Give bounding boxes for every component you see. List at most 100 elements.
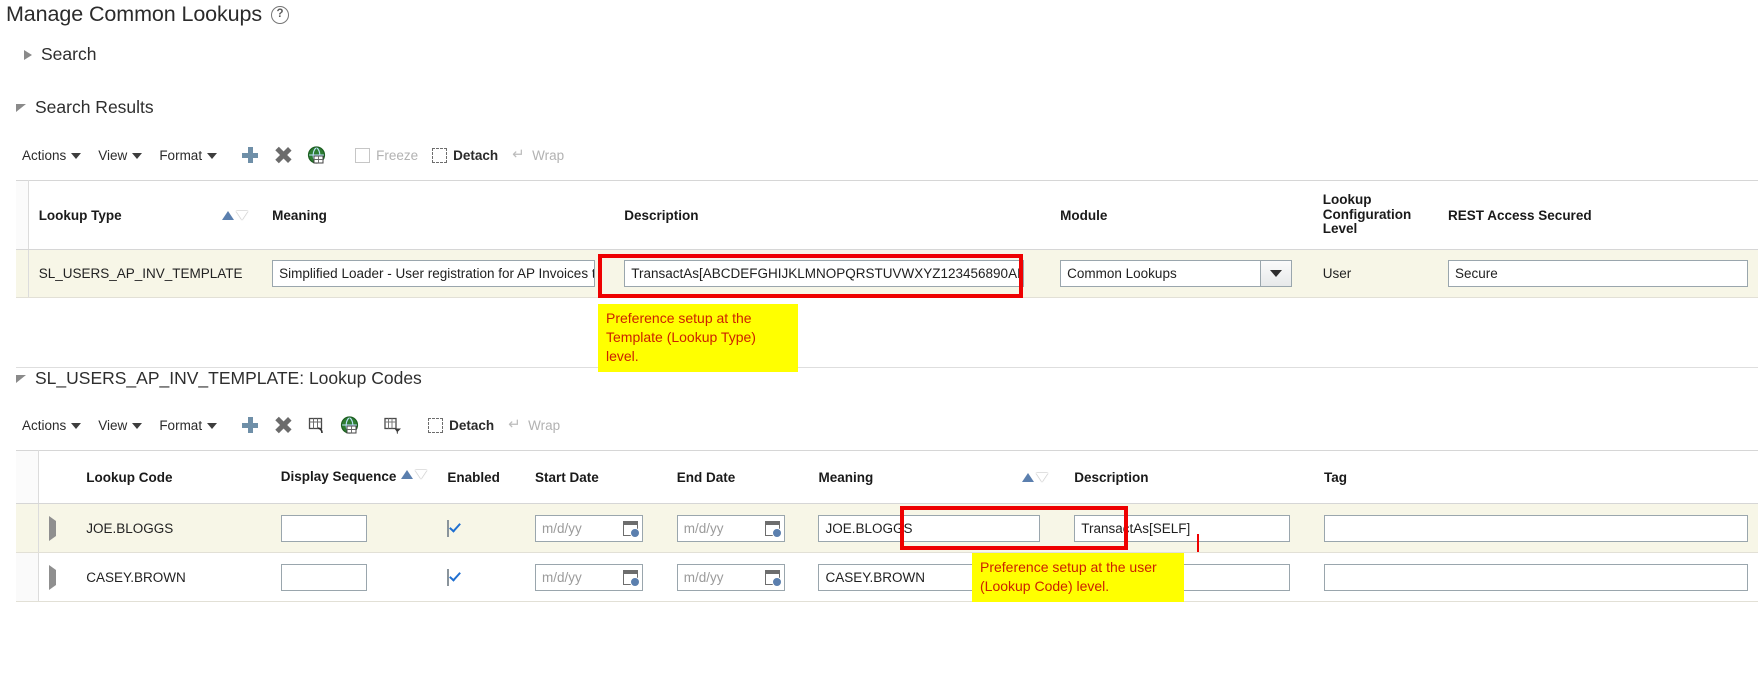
detach-button[interactable]: Detach: [428, 417, 494, 433]
row-selector-cell[interactable]: [16, 552, 39, 602]
cell-enabled: [437, 552, 526, 602]
column-header-tag[interactable]: Tag: [1314, 450, 1758, 504]
column-header-tag-label: Tag: [1324, 469, 1347, 485]
display-sequence-input[interactable]: [280, 563, 367, 591]
sort-controls[interactable]: [1022, 472, 1049, 482]
format-menu[interactable]: Format: [159, 147, 218, 163]
column-header-module[interactable]: Module: [1050, 180, 1313, 250]
table-row[interactable]: JOE.BLOGGS m/d/yy m/d/yy JOE.BLOGGS Tran…: [16, 503, 1758, 553]
x-icon: [275, 417, 291, 433]
enabled-checkbox[interactable]: [447, 519, 450, 537]
format-menu-label: Format: [159, 147, 203, 163]
chevron-down-icon: [71, 153, 82, 159]
sort-ascending-icon[interactable]: [222, 210, 235, 220]
export-to-excel-button[interactable]: [305, 144, 327, 166]
chevron-right-icon[interactable]: [48, 515, 56, 541]
display-sequence-input[interactable]: [280, 514, 367, 542]
chevron-down-icon[interactable]: [1260, 261, 1292, 286]
calendar-icon[interactable]: [623, 520, 641, 538]
start-date-placeholder: m/d/yy: [542, 520, 582, 536]
row-expander-cell[interactable]: [38, 552, 77, 602]
query-by-example-button[interactable]: [382, 414, 404, 436]
tag-input[interactable]: [1324, 514, 1748, 542]
cell-lookup-code: CASEY.BROWN: [76, 552, 271, 602]
column-header-meaning-label: Meaning: [272, 207, 327, 223]
actions-menu[interactable]: Actions: [22, 418, 82, 433]
wrap-button[interactable]: ↵ Wrap: [512, 147, 565, 163]
row-expander-cell[interactable]: [38, 503, 77, 553]
help-icon[interactable]: ?: [271, 5, 290, 24]
rest-access-secured-input[interactable]: Secure: [1448, 260, 1748, 287]
end-date-field[interactable]: m/d/yy: [676, 563, 785, 591]
module-select[interactable]: Common Lookups: [1060, 260, 1293, 287]
delete-row-button[interactable]: [272, 414, 294, 436]
description-input[interactable]: TransactAs[ABCDEFGHIJKLMNOPQRSTUVWXYZ123…: [624, 260, 1025, 287]
wrap-label: Wrap: [532, 147, 565, 163]
add-row-button[interactable]: [239, 144, 261, 166]
calendar-icon[interactable]: [764, 569, 782, 587]
view-menu[interactable]: View: [98, 418, 143, 433]
search-section-header[interactable]: Search: [22, 44, 96, 65]
wrap-button[interactable]: ↵ Wrap: [508, 416, 561, 433]
start-date-field[interactable]: m/d/yy: [535, 563, 644, 591]
column-header-lookup-code[interactable]: Lookup Code: [76, 450, 271, 504]
delete-row-button[interactable]: [272, 144, 294, 166]
duplicate-row-button[interactable]: [305, 414, 327, 436]
wrap-label: Wrap: [528, 417, 561, 433]
wrap-icon: ↵: [508, 416, 521, 433]
column-header-lookup-type[interactable]: Lookup Type: [28, 180, 263, 250]
column-header-meaning[interactable]: Meaning: [808, 450, 1065, 504]
end-date-field[interactable]: m/d/yy: [676, 514, 785, 542]
tag-input[interactable]: [1324, 563, 1748, 591]
actions-menu[interactable]: Actions: [22, 148, 82, 163]
table-row[interactable]: CASEY.BROWN m/d/yy m/d/yy CASEY.BROWN: [16, 552, 1758, 602]
freeze-button[interactable]: Freeze: [355, 147, 418, 163]
cell-end-date: m/d/yy: [666, 552, 809, 602]
sort-descending-icon[interactable]: [1036, 472, 1049, 482]
freeze-icon: [355, 147, 371, 163]
column-header-rest-access-secured[interactable]: REST Access Secured: [1438, 180, 1758, 250]
meaning-input[interactable]: Simplified Loader - User registration fo…: [272, 260, 596, 287]
column-header-rest-access-secured-label: REST Access Secured: [1448, 207, 1592, 223]
sort-descending-icon[interactable]: [236, 210, 249, 220]
detach-button[interactable]: Detach: [432, 147, 498, 163]
chevron-right-icon[interactable]: [48, 564, 56, 590]
chevron-right-icon: [24, 49, 32, 60]
view-menu[interactable]: View: [98, 148, 143, 163]
column-header-display-sequence-label: Display Sequence: [280, 468, 397, 484]
format-menu[interactable]: Format: [159, 418, 218, 433]
lookup-codes-section-label: SL_USERS_AP_INV_TEMPLATE: Lookup Codes: [35, 368, 422, 388]
column-header-display-sequence[interactable]: Display Sequence: [270, 450, 438, 504]
meaning-input[interactable]: JOE.BLOGGS: [818, 514, 1041, 542]
sort-descending-icon[interactable]: [415, 469, 428, 479]
table-header-row: Lookup Code Display Sequence Enabled Sta…: [16, 450, 1758, 504]
column-header-start-date[interactable]: Start Date: [525, 450, 667, 504]
column-header-end-date[interactable]: End Date: [666, 450, 809, 504]
sort-ascending-icon[interactable]: [401, 469, 414, 479]
export-to-excel-button[interactable]: [338, 414, 360, 436]
row-selector-cell[interactable]: [16, 249, 29, 298]
cell-rest-access-secured: Secure: [1438, 249, 1758, 298]
calendar-icon[interactable]: [623, 569, 641, 587]
sort-ascending-icon[interactable]: [1022, 472, 1035, 482]
column-header-lookup-configuration-level[interactable]: Lookup Configuration Level: [1312, 180, 1438, 250]
row-selector-cell[interactable]: [16, 503, 39, 553]
manage-common-lookups-page: Manage Common Lookups ? Search Search Re…: [0, 0, 1758, 698]
calendar-icon[interactable]: [764, 520, 782, 538]
sort-controls[interactable]: [401, 469, 428, 479]
results-toolbar: Actions View Format Freeze Detach ↵ Wrap: [22, 144, 578, 166]
lookup-codes-section-header[interactable]: SL_USERS_AP_INV_TEMPLATE: Lookup Codes: [16, 368, 422, 389]
add-row-button[interactable]: [239, 414, 261, 436]
table-row[interactable]: SL_USERS_AP_INV_TEMPLATE Simplified Load…: [16, 249, 1758, 298]
description-input[interactable]: TransactAs[SELF]: [1074, 514, 1291, 542]
column-header-meaning[interactable]: Meaning: [262, 180, 615, 250]
sort-controls[interactable]: [222, 210, 249, 220]
callout-template-level: Preference setup at the Template (Lookup…: [598, 304, 798, 372]
search-results-section-header[interactable]: Search Results: [16, 97, 154, 118]
module-select-value: Common Lookups: [1067, 266, 1177, 281]
column-header-description[interactable]: Description: [1064, 450, 1314, 504]
column-header-enabled[interactable]: Enabled: [437, 450, 526, 504]
column-header-description[interactable]: Description: [614, 180, 1051, 250]
start-date-field[interactable]: m/d/yy: [535, 514, 644, 542]
enabled-checkbox[interactable]: [447, 568, 450, 586]
